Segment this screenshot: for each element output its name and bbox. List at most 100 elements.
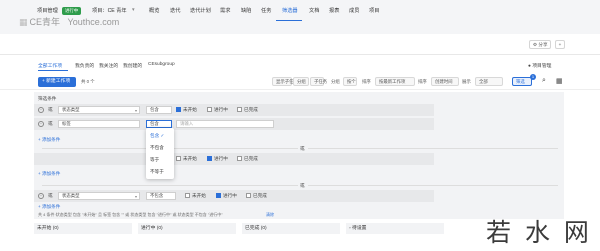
tag-input[interactable]: 请输入: [176, 120, 274, 128]
subtab-right-label: 项目管理: [532, 64, 552, 69]
dropdown-option-exclude[interactable]: 不包含: [150, 145, 164, 151]
order-select[interactable]: 创建时间: [431, 77, 459, 86]
option-group[interactable]: 分组: [293, 77, 309, 86]
condition-select[interactable]: 包含: [146, 106, 172, 114]
brand-name: CE青年: [29, 17, 61, 27]
tab-iteration-plan[interactable]: 迭代计划: [190, 7, 211, 14]
subtab-mine[interactable]: 我负责的: [75, 62, 94, 69]
logic-op: 或: [48, 193, 53, 198]
checkbox-done[interactable]: [246, 193, 251, 198]
filter-count-badge: 1: [530, 74, 536, 80]
column-done: 已完成 (0): [242, 223, 340, 234]
checkbox-not-started[interactable]: [185, 193, 190, 198]
group-select[interactable]: 按个: [343, 77, 357, 86]
brand-url: Youthce.com: [67, 17, 120, 27]
or-separator: 或: [300, 146, 305, 151]
field-select[interactable]: 状态类型: [58, 192, 140, 200]
checkbox-done[interactable]: [237, 107, 242, 112]
tab-overview[interactable]: 概览: [149, 7, 159, 14]
add-condition-link[interactable]: + 添加条件: [38, 137, 60, 143]
opt-in-progress: 进行中: [214, 156, 228, 161]
tab-reports[interactable]: 报表: [329, 7, 339, 14]
share-button[interactable]: ⚙ 分享: [529, 40, 551, 49]
tab-tasks[interactable]: 任务: [261, 7, 271, 14]
column-in-progress: 进行中 (0): [138, 223, 236, 234]
check-icon: ✓: [160, 133, 165, 138]
chevron-down-icon: ▾: [135, 108, 138, 113]
sort-label: 排序: [362, 79, 371, 84]
add-condition-label: 添加条件: [41, 137, 61, 142]
tab-docs[interactable]: 文档: [309, 7, 319, 14]
option-sub[interactable]: 子任务: [310, 77, 327, 86]
dropdown-option-equal[interactable]: 等于: [150, 157, 159, 163]
tab-iteration[interactable]: 迭代: [170, 7, 180, 14]
subtab-following[interactable]: 我关注的: [99, 62, 118, 69]
field-select[interactable]: 状态类型: [58, 106, 140, 114]
filter-title: 筛选条件: [38, 96, 57, 101]
status-tag: 进行中: [62, 7, 82, 15]
project-header: [0, 34, 600, 55]
search-icon[interactable]: ⌕: [542, 77, 546, 85]
checkbox-not-started[interactable]: [176, 156, 181, 161]
active-tab-indicator: [276, 20, 302, 21]
add-condition-link[interactable]: + 添加条件: [38, 204, 60, 210]
sort-select[interactable]: 按最新工作项: [375, 77, 415, 86]
divider: [42, 185, 298, 186]
filter-summary: 共 4 条件·状态类型 包含 "未开始" 且 标签 包含 "" 或 状态类型 包…: [38, 212, 223, 217]
condition-row-3: [34, 153, 434, 165]
subtab-active-indicator: [38, 70, 68, 71]
column-count: 0: [54, 226, 58, 231]
grid-icon: ▦: [19, 17, 28, 27]
page-title: 项目管理: [37, 8, 58, 14]
add-condition-link[interactable]: + 添加条件: [38, 171, 60, 177]
checkbox-in-progress[interactable]: [216, 193, 221, 198]
condition-select[interactable]: 包含: [146, 120, 172, 128]
gear-icon: ⚙: [533, 42, 538, 47]
subtab-created[interactable]: 我创建的: [123, 62, 142, 69]
opt-not-started: 未开始: [192, 193, 206, 198]
clear-link[interactable]: 清除: [266, 212, 274, 218]
column-count: 0: [158, 226, 162, 231]
add-button[interactable]: +: [555, 40, 565, 49]
checkbox-in-progress[interactable]: [207, 107, 212, 112]
share-label: 分享: [538, 42, 548, 47]
remove-condition-icon[interactable]: −: [38, 193, 44, 199]
subtab-all[interactable]: 全部工作项: [38, 62, 62, 69]
dropdown-option-not-equal[interactable]: 不等于: [150, 169, 164, 175]
grid-view-icon[interactable]: ▦: [556, 77, 563, 85]
dropdown-option-include[interactable]: 包含 ✓: [150, 133, 164, 139]
opt-in-progress: 进行中: [223, 193, 237, 198]
count-label: 共 0 个: [81, 79, 95, 84]
or-separator: 或: [300, 183, 305, 188]
project-selector[interactable]: 项目：CE 青年: [92, 7, 127, 14]
chevron-down-icon[interactable]: ▾: [132, 7, 135, 13]
add-condition-label: 添加条件: [41, 171, 61, 176]
show-select[interactable]: 全部: [475, 77, 503, 86]
opt-done: 已完成: [244, 156, 258, 161]
checkbox-not-started[interactable]: [176, 107, 181, 112]
checkbox-in-progress[interactable]: [207, 156, 212, 161]
field-select[interactable]: 标签: [58, 120, 140, 128]
subtab-right[interactable]: ● 项目管理: [528, 62, 551, 69]
status-dot-icon: ●: [528, 64, 531, 69]
tab-requirements[interactable]: 需求: [220, 7, 230, 14]
opt-done: 已完成: [253, 193, 267, 198]
opt-done: 已完成: [244, 107, 258, 112]
tab-members[interactable]: 成员: [349, 7, 359, 14]
new-workitem-button[interactable]: + 新建工作项: [38, 77, 76, 87]
tab-defects[interactable]: 缺陷: [241, 7, 251, 14]
remove-condition-icon[interactable]: −: [38, 121, 44, 127]
condition-select[interactable]: 不包含: [146, 192, 176, 200]
checkbox-done[interactable]: [237, 156, 242, 161]
logic-op: 或: [48, 121, 53, 126]
logic-op: 或: [48, 107, 53, 112]
option-subtask[interactable]: 显示子任务: [272, 77, 298, 86]
divider: [308, 148, 558, 149]
add-condition-label: 添加条件: [41, 204, 61, 209]
filter-toggle-button[interactable]: 筛选: [512, 77, 532, 86]
tab-project[interactable]: 项目: [369, 7, 379, 14]
remove-condition-icon[interactable]: −: [38, 107, 44, 113]
tab-filter[interactable]: 筛选器: [282, 7, 298, 14]
subtab-subgroup[interactable]: CEsubgroup: [148, 62, 175, 67]
column-unset: ▫ 待设置: [346, 223, 444, 234]
